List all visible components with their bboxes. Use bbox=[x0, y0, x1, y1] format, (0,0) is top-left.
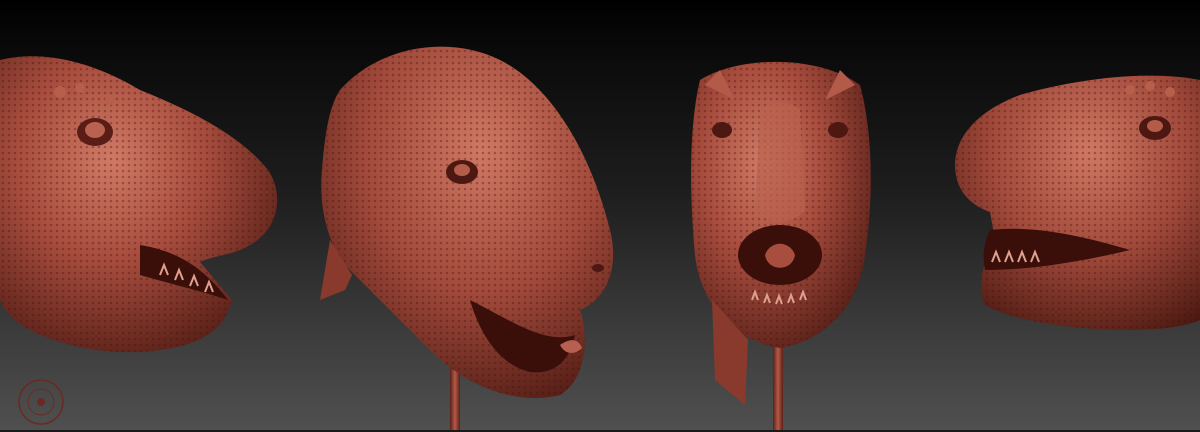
head-left-profile bbox=[0, 56, 278, 353]
sculpt-render bbox=[0, 46, 1200, 432]
orientation-gizmo-icon[interactable] bbox=[6, 376, 76, 428]
head-front bbox=[691, 61, 871, 432]
head-three-quarter bbox=[320, 46, 614, 432]
head-right-profile bbox=[955, 75, 1200, 330]
viewport-canvas[interactable] bbox=[0, 0, 1200, 432]
